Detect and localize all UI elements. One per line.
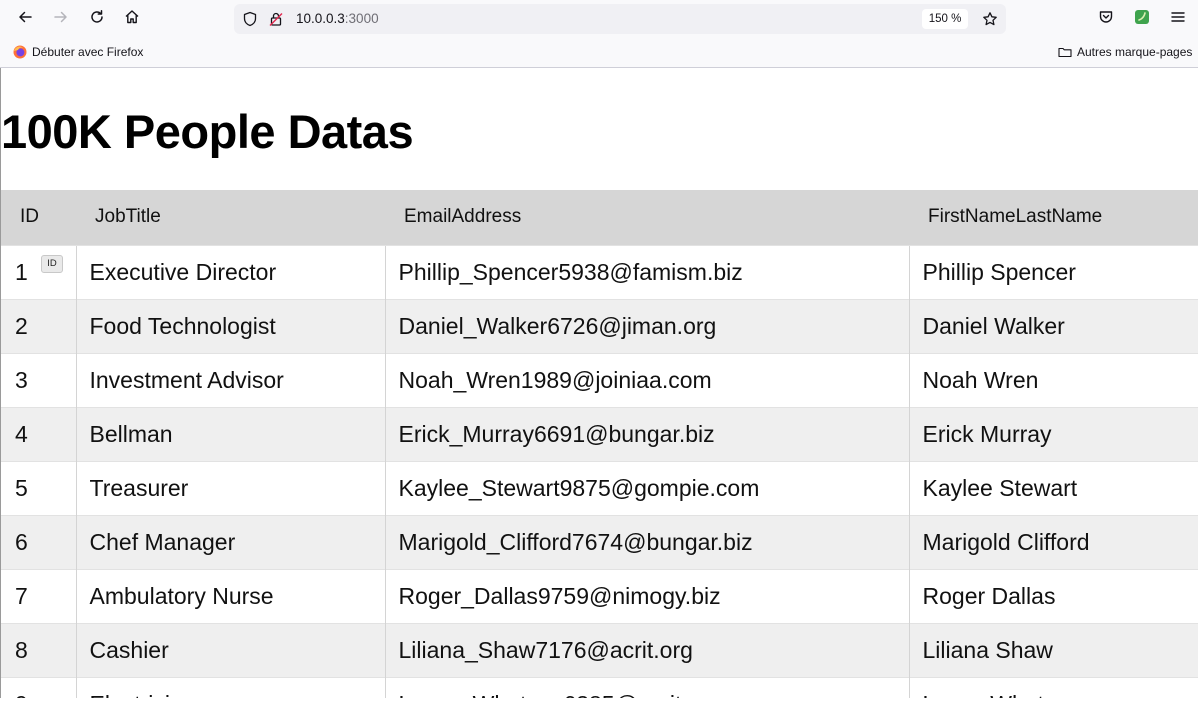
people-table: ID JobTitle EmailAddress FirstNameLastNa… <box>1 190 1198 698</box>
cell-id: 5 <box>1 460 76 515</box>
pocket-button[interactable] <box>1093 6 1119 32</box>
home-button[interactable] <box>119 6 145 32</box>
cell-name: Noah Wren <box>908 352 1198 407</box>
cell-name: Phillip Spencer <box>908 244 1198 299</box>
cell-jobtitle: Electrician <box>75 676 385 698</box>
back-icon <box>17 9 33 30</box>
other-bookmarks-folder[interactable]: Autres marque-pages <box>1058 45 1192 59</box>
cell-name: Kaylee Stewart <box>908 460 1198 515</box>
column-header-emailaddress[interactable]: EmailAddress <box>385 190 909 245</box>
table-row: 8 Cashier Liliana_Shaw7176@acrit.org Lil… <box>1 622 1198 677</box>
cell-email: Liliana_Shaw7176@acrit.org <box>384 622 909 677</box>
cell-jobtitle: Ambulatory Nurse <box>75 568 385 623</box>
table-row: 3 Investment Advisor Noah_Wren1989@joini… <box>1 352 1198 407</box>
url-port: :3000 <box>344 11 379 26</box>
cell-email: Phillip_Spencer5938@famism.biz <box>384 244 909 299</box>
url-bar[interactable]: 10.0.0.3:3000 150 % <box>234 4 1006 34</box>
menu-icon <box>1170 9 1186 30</box>
cell-id: 9 <box>1 676 76 698</box>
zoom-level-badge[interactable]: 150 % <box>922 9 968 29</box>
extension-icon <box>1134 9 1150 30</box>
table-row: 9 Electrician Lucas_Whatson6385@acrit.or… <box>1 676 1198 698</box>
url-host: 10.0.0.3 <box>296 11 345 26</box>
cell-name: Roger Dallas <box>908 568 1198 623</box>
pocket-icon <box>1098 9 1114 30</box>
page-bottom-edge <box>0 698 1198 726</box>
table-row: 2 Food Technologist Daniel_Walker6726@ji… <box>1 298 1198 353</box>
cell-email: Daniel_Walker6726@jiman.org <box>384 298 909 353</box>
cell-id-value: 1 <box>15 258 28 285</box>
reload-icon <box>89 9 105 30</box>
other-bookmarks-label: Autres marque-pages <box>1077 45 1193 59</box>
cell-name: Liliana Shaw <box>908 622 1198 677</box>
cell-jobtitle: Bellman <box>75 406 385 461</box>
cell-email: Erick_Murray6691@bungar.biz <box>384 406 909 461</box>
page-content: 100K People Datas ID JobTitle EmailAddre… <box>0 68 1198 698</box>
cell-id: 3 <box>1 352 76 407</box>
firefox-icon <box>13 45 27 59</box>
url-text[interactable]: 10.0.0.3:3000 <box>296 11 379 26</box>
cell-jobtitle: Treasurer <box>75 460 385 515</box>
cell-id: 7 <box>1 568 76 623</box>
column-header-firstnamelastname[interactable]: FirstNameLastName <box>909 190 1198 245</box>
bookmark-getting-started[interactable]: Débuter avec Firefox <box>13 45 143 59</box>
extension-button[interactable] <box>1129 6 1155 32</box>
table-row: 4 Bellman Erick_Murray6691@bungar.biz Er… <box>1 406 1198 461</box>
folder-icon <box>1058 45 1072 59</box>
cell-name: Lucas Whatson <box>908 676 1198 698</box>
cell-id: 4 <box>1 406 76 461</box>
column-header-id[interactable]: ID <box>1 190 76 245</box>
bookmarks-toolbar: Débuter avec Firefox Autres marque-pages <box>0 40 1198 66</box>
table-row: 7 Ambulatory Nurse Roger_Dallas9759@nimo… <box>1 568 1198 623</box>
cell-email: Roger_Dallas9759@nimogy.biz <box>384 568 909 623</box>
forward-button[interactable] <box>48 6 74 32</box>
page-title: 100K People Datas <box>1 105 414 158</box>
table-header-row: ID JobTitle EmailAddress FirstNameLastNa… <box>1 190 1198 245</box>
home-icon <box>124 9 140 30</box>
cell-email: Kaylee_Stewart9875@gompie.com <box>384 460 909 515</box>
bookmark-getting-started-label: Débuter avec Firefox <box>32 45 144 59</box>
table-row: 5 Treasurer Kaylee_Stewart9875@gompie.co… <box>1 460 1198 515</box>
id-tooltip-tag: ID <box>41 254 63 273</box>
cell-name: Marigold Clifford <box>908 514 1198 569</box>
cell-id: 6 <box>1 514 76 569</box>
cell-jobtitle: Food Technologist <box>75 298 385 353</box>
table-row: 6 Chef Manager Marigold_Clifford7674@bun… <box>1 514 1198 569</box>
cell-email: Marigold_Clifford7674@bungar.biz <box>384 514 909 569</box>
cell-id: 1 ID <box>1 244 76 299</box>
cell-name: Erick Murray <box>908 406 1198 461</box>
cell-jobtitle: Investment Advisor <box>75 352 385 407</box>
back-button[interactable] <box>12 6 38 32</box>
cell-email: Lucas_Whatson6385@acrit.org <box>384 676 909 698</box>
cell-jobtitle: Executive Director <box>75 244 385 299</box>
cell-id: 2 <box>1 298 76 353</box>
cell-name: Daniel Walker <box>908 298 1198 353</box>
cell-id: 8 <box>1 622 76 677</box>
table-row: 1 ID Executive Director Phillip_Spencer59… <box>1 244 1198 299</box>
cell-jobtitle: Cashier <box>75 622 385 677</box>
shield-icon[interactable] <box>242 11 258 27</box>
browser-chrome: 10.0.0.3:3000 150 % Débuter avec Firefox… <box>0 0 1198 68</box>
forward-icon <box>53 9 69 30</box>
menu-button[interactable] <box>1165 6 1191 32</box>
cell-jobtitle: Chef Manager <box>75 514 385 569</box>
navigation-toolbar: 10.0.0.3:3000 150 % <box>0 0 1198 38</box>
reload-button[interactable] <box>84 6 110 32</box>
cell-email: Noah_Wren1989@joiniaa.com <box>384 352 909 407</box>
bookmark-star-icon[interactable] <box>982 11 998 27</box>
column-header-jobtitle[interactable]: JobTitle <box>76 190 385 245</box>
insecure-lock-icon[interactable] <box>268 11 284 27</box>
